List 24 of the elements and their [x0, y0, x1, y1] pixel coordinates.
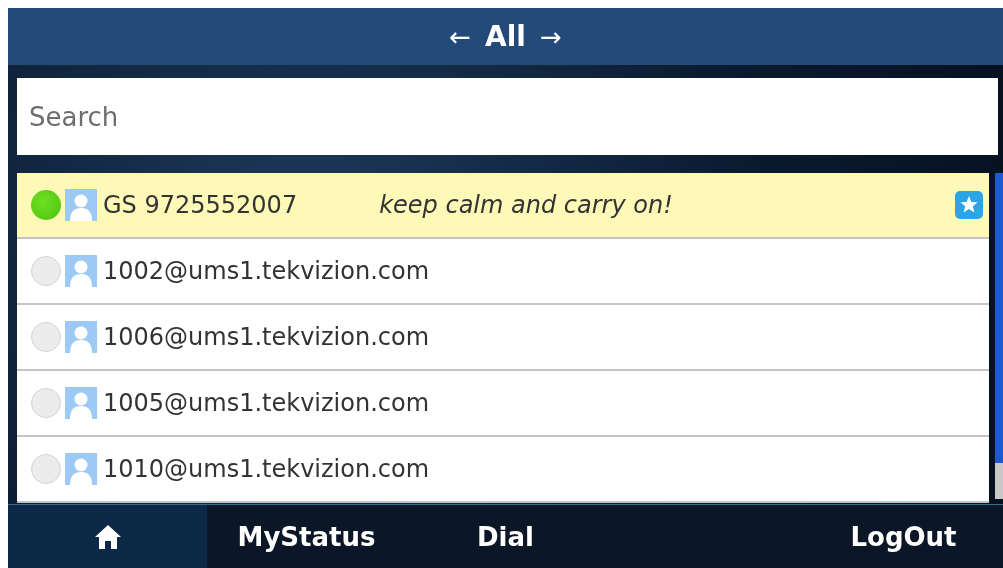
contact-row[interactable]: 1006@ums1.tekvizion.com	[17, 305, 989, 371]
softkey-button[interactable]: MyStatus	[207, 505, 406, 568]
avatar-icon	[65, 189, 97, 221]
header-title: All	[485, 20, 526, 53]
contact-name: GS 9725552007	[103, 191, 298, 219]
avatar-icon	[65, 321, 97, 353]
avatar-icon	[65, 255, 97, 287]
previous-arrow[interactable]: ←	[449, 21, 472, 52]
contact-name: 1006@ums1.tekvizion.com	[103, 323, 430, 351]
contact-name: 1005@ums1.tekvizion.com	[103, 389, 430, 417]
home-button[interactable]	[8, 505, 207, 568]
status-message: keep calm and carry on!	[379, 191, 673, 219]
contact-name: 1010@ums1.tekvizion.com	[103, 455, 430, 483]
contact-name: 1002@ums1.tekvizion.com	[103, 257, 430, 285]
contact-row[interactable]: GS 9725552007 keep calm and carry on!	[17, 173, 989, 239]
search-field[interactable]: Search	[17, 78, 998, 155]
avatar-icon	[65, 387, 97, 419]
softkey-button[interactable]: LogOut	[804, 505, 1003, 568]
next-arrow[interactable]: →	[539, 21, 562, 52]
softkey-button[interactable]: Dial	[406, 505, 605, 568]
contact-row[interactable]: 1005@ums1.tekvizion.com	[17, 371, 989, 437]
contact-row[interactable]: 1002@ums1.tekvizion.com	[17, 239, 989, 305]
avatar-icon	[65, 453, 97, 485]
contact-row[interactable]: 1010@ums1.tekvizion.com	[17, 437, 989, 503]
